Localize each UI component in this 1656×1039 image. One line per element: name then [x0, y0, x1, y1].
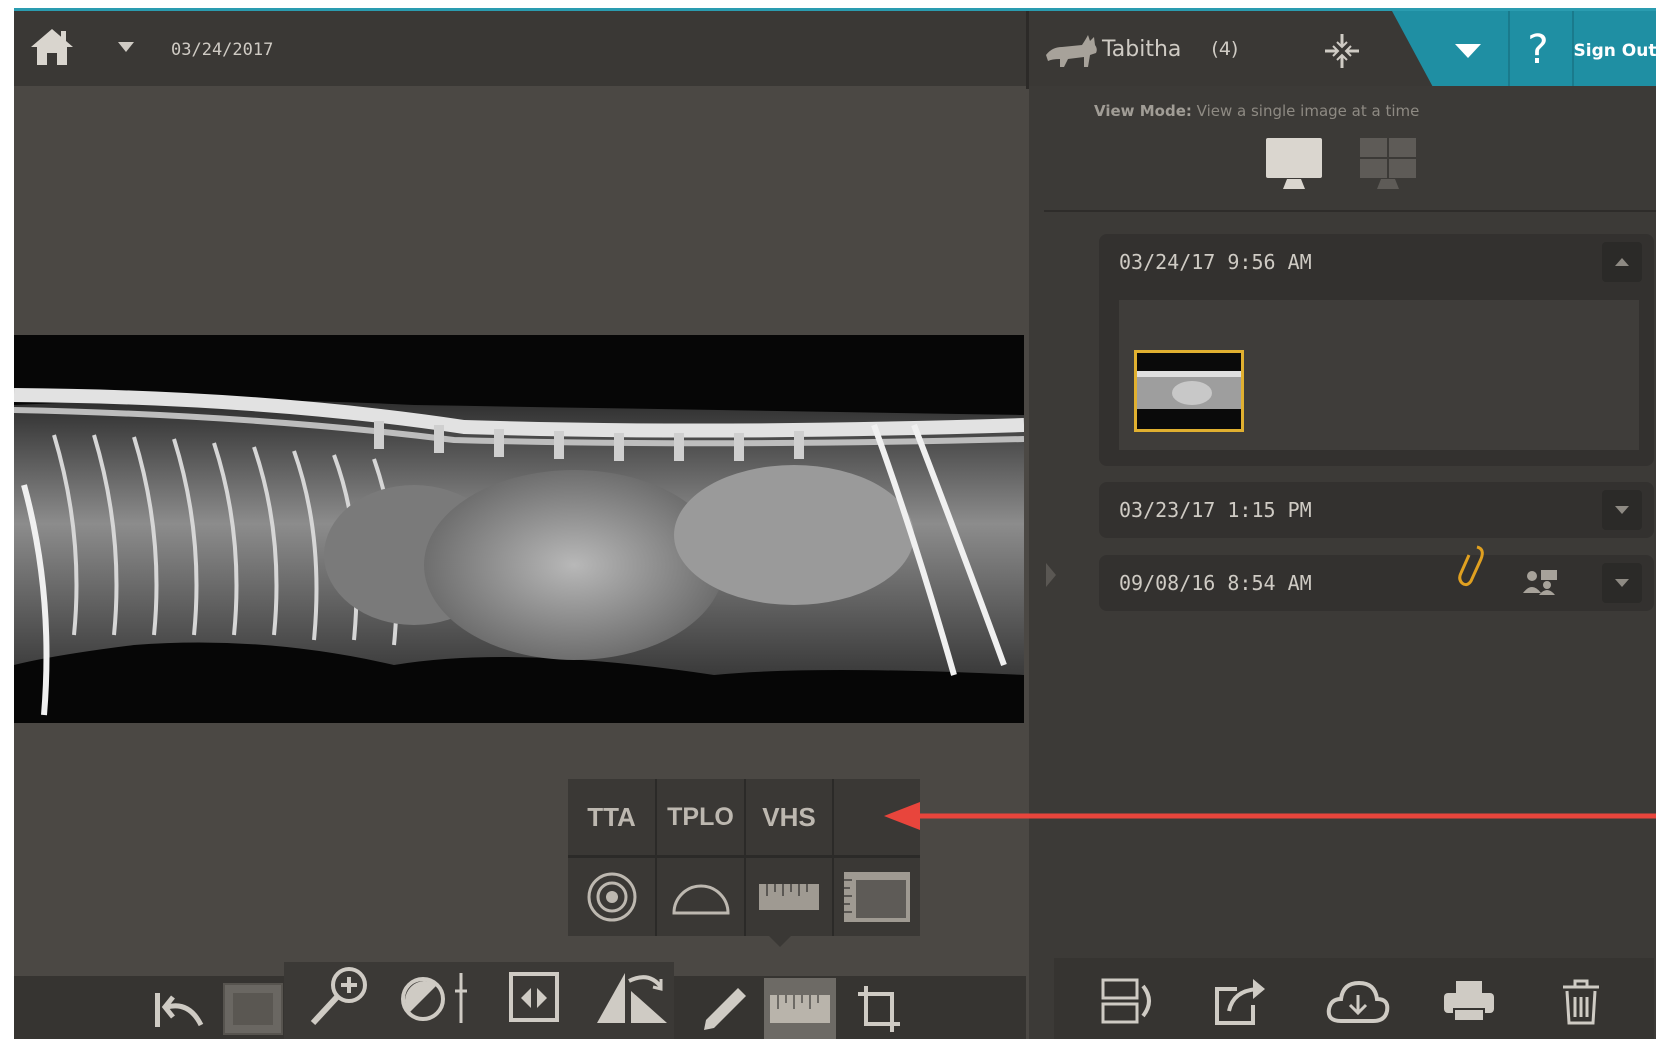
auto-adjust-icon: [509, 971, 559, 1022]
chevron-down-icon: [118, 42, 134, 52]
share-icon: [1215, 979, 1265, 1025]
annotate-button[interactable]: [690, 978, 760, 1039]
view-mode-description: View a single image at a time: [1196, 102, 1420, 120]
study-datetime: 03/24/17 9:56 AM: [1119, 250, 1312, 274]
view-mode-divider: [1044, 210, 1656, 212]
grid-monitor-icon: [1360, 138, 1416, 189]
circle-target-icon: [587, 872, 636, 922]
header-divider: [1026, 11, 1029, 89]
thumbnail-xray: [1137, 371, 1241, 409]
semicircle-icon: [671, 884, 730, 915]
print-button[interactable]: [1434, 966, 1504, 1036]
calibration-button[interactable]: [834, 858, 920, 936]
crop-button[interactable]: [846, 978, 912, 1039]
grid-view-button[interactable]: [1356, 136, 1420, 192]
popup-pointer: [768, 935, 792, 947]
patient-info[interactable]: Tabitha (4): [1042, 29, 1238, 69]
chevron-up-icon: [1615, 258, 1629, 266]
paperclip-icon: [1458, 545, 1484, 587]
measurement-popup: TTA TPLO VHS: [568, 779, 920, 947]
image-info-button[interactable]: [219, 978, 287, 1039]
monitor-icon: [1266, 138, 1322, 189]
xray-image[interactable]: [14, 335, 1024, 723]
cat-icon: [1046, 35, 1097, 67]
study-card[interactable]: 03/23/17 1:15 PM: [1099, 482, 1654, 538]
sign-out-button[interactable]: Sign Out: [1574, 33, 1656, 69]
calibration-ruler-icon: [844, 872, 910, 922]
home-button[interactable]: [26, 21, 78, 73]
expand-study-button[interactable]: [1602, 563, 1642, 603]
ruler-icon: [759, 884, 819, 910]
circle-target-button[interactable]: [568, 858, 655, 936]
app-window: 03/24/2017 Tabitha (4) ? Sign Out View M…: [14, 8, 1656, 1039]
ruler-button[interactable]: [746, 858, 832, 936]
expand-study-button[interactable]: [1602, 490, 1642, 530]
study-card[interactable]: 03/24/17 9:56 AM: [1099, 234, 1654, 466]
ruler-icon: [770, 994, 830, 1023]
expand-button[interactable]: [1320, 31, 1364, 71]
compare-button[interactable]: [1094, 966, 1164, 1036]
chevron-down-icon: [1615, 506, 1629, 514]
study-datetime: 03/23/17 1:15 PM: [1119, 498, 1312, 522]
tplo-tab[interactable]: TPLO: [657, 779, 744, 855]
header-date: 03/24/2017: [171, 40, 274, 60]
top-bar: 03/24/2017 Tabitha (4) ? Sign Out: [14, 8, 1656, 89]
tta-tab[interactable]: TTA: [568, 779, 655, 855]
view-mode-text: View Mode: View a single image at a time: [1094, 102, 1419, 120]
compare-icon: [1101, 978, 1151, 1024]
contrast-button[interactable]: [392, 966, 480, 1027]
annotation-arrow: [884, 802, 1656, 830]
zoom-button[interactable]: [296, 966, 384, 1027]
share-button[interactable]: [1206, 966, 1276, 1036]
window-level-button[interactable]: [490, 966, 578, 1027]
vhs-tab[interactable]: VHS: [746, 779, 832, 855]
collapse-arrows-icon: [1325, 34, 1359, 68]
undo-button[interactable]: [144, 978, 214, 1039]
zoom-in-icon: [310, 966, 367, 1025]
delete-button[interactable]: [1546, 966, 1616, 1036]
study-datetime: 09/08/16 8:54 AM: [1119, 571, 1312, 595]
patient-name: Tabitha: [1102, 36, 1182, 62]
chevron-down-icon: [1615, 579, 1629, 587]
cloud-icon: [1326, 980, 1390, 1023]
trash-icon: [1563, 979, 1599, 1025]
collapse-study-button[interactable]: [1602, 242, 1642, 282]
patient-count: (4): [1211, 38, 1239, 60]
xray-render: [14, 335, 1024, 723]
view-mode-label: View Mode:: [1094, 102, 1192, 120]
flip-rotate-icon: [597, 972, 667, 1023]
undo-to-start-icon: [155, 992, 204, 1027]
single-view-button[interactable]: [1262, 136, 1326, 192]
flip-rotate-button[interactable]: [588, 966, 676, 1027]
crop-icon: [858, 985, 900, 1032]
contrast-icon: [401, 972, 467, 1023]
study-card[interactable]: 09/08/16 8:54 AM: [1099, 545, 1654, 611]
cloud-upload-button[interactable]: [1320, 966, 1396, 1036]
image-thumbnail[interactable]: [1134, 350, 1244, 432]
pane-toggle-icon[interactable]: [1044, 561, 1058, 589]
shared-users-icon: [1523, 570, 1557, 595]
caret-down-icon: [1455, 44, 1481, 58]
menu-dropdown-button[interactable]: [1444, 33, 1492, 69]
semicircle-button[interactable]: [657, 858, 744, 936]
pencil-icon: [704, 987, 746, 1030]
printer-icon: [1444, 981, 1494, 1022]
home-icon: [31, 29, 73, 65]
date-dropdown-button[interactable]: [112, 35, 140, 59]
measure-button[interactable]: [764, 978, 836, 1039]
image-frame-icon: [223, 982, 283, 1035]
help-button[interactable]: ?: [1514, 25, 1562, 75]
